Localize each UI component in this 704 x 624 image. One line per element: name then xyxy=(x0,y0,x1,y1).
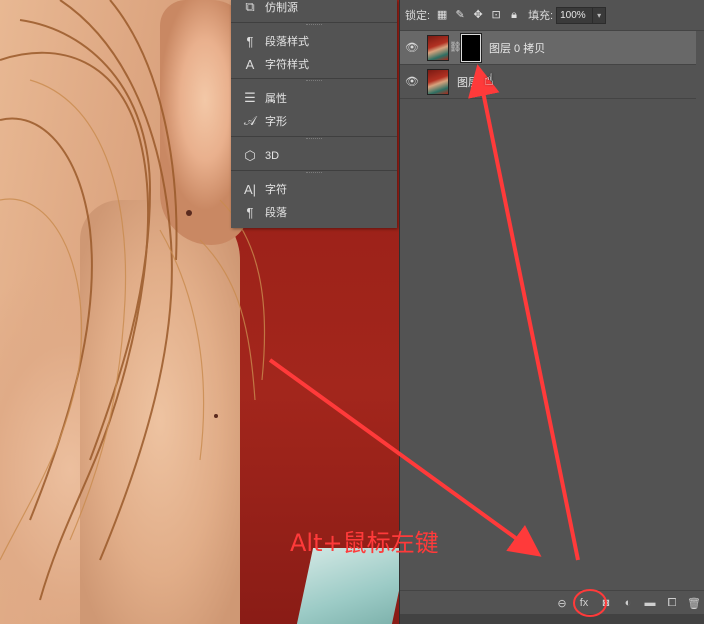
fill-input[interactable]: 100% xyxy=(556,6,594,24)
adjustment-layer-icon[interactable]: ◐ xyxy=(617,597,639,609)
menu-item-label: 字符样式 xyxy=(265,59,309,71)
layer-mask-thumbnail[interactable] xyxy=(460,32,482,63)
paragraph-styles-icon: ¶ xyxy=(246,33,254,49)
layer-style-fx-button[interactable]: fx xyxy=(573,597,595,609)
menu-item-label: 仿制源 xyxy=(265,2,298,14)
divider xyxy=(231,78,397,79)
lock-position-icon[interactable]: ✥ xyxy=(472,9,484,21)
layer-name[interactable]: 图层 0 拷贝 xyxy=(489,40,545,56)
trash-icon[interactable]: 🗑︎ xyxy=(683,597,704,610)
add-layer-mask-icon[interactable]: ◙ xyxy=(595,597,617,609)
menu-item-properties[interactable]: ☰ 属性 xyxy=(231,87,397,109)
folder-icon[interactable]: ▬ xyxy=(639,597,661,609)
cube-3d-icon: ⬡ xyxy=(244,148,256,163)
chevron-down-icon[interactable]: ▾ xyxy=(593,6,607,24)
fill-label: 填充: xyxy=(528,10,554,22)
menu-item-character-styles[interactable]: A 字符样式 xyxy=(231,53,397,75)
menu-item-paragraph-styles[interactable]: ¶ 段落样式 xyxy=(231,30,397,52)
menu-item-label: 字符 xyxy=(265,184,287,196)
chain-link-icon[interactable]: ⛓︎ xyxy=(449,42,462,53)
clone-source-icon: ⧉ xyxy=(245,0,255,14)
character-icon: A| xyxy=(243,181,257,197)
panel-menu: ⧉ 仿制源 ¶ 段落样式 A 字符样式 ☰ 属性 𝒜 字形 ⬡ 3D A| 字符… xyxy=(231,0,397,228)
new-layer-icon[interactable]: ⧠ xyxy=(661,597,683,610)
lock-transparent-pixels-icon[interactable]: ▦ xyxy=(436,9,448,21)
layer-row[interactable]: 👁︎ 图层 xyxy=(400,65,696,99)
annotation-label: Alt+鼠标左键 xyxy=(290,529,439,557)
lock-toolbar: 锁定: ▦ ✎ ✥ ⊡ 🔒︎ 填充: 100% ▾ xyxy=(400,0,704,31)
menu-item-clone-source[interactable]: ⧉ 仿制源 xyxy=(231,0,397,18)
divider xyxy=(231,170,397,171)
menu-item-glyphs[interactable]: 𝒜 字形 xyxy=(231,110,397,132)
menu-item-label: 字形 xyxy=(265,116,287,128)
menu-item-character[interactable]: A| 字符 xyxy=(231,178,397,200)
lock-artboard-icon[interactable]: ⊡ xyxy=(490,9,502,21)
divider xyxy=(231,22,397,23)
panel-grip[interactable] xyxy=(306,24,322,27)
menu-item-paragraph[interactable]: ¶ 段落 xyxy=(231,201,397,223)
menu-item-label: 3D xyxy=(265,150,280,162)
eye-icon[interactable]: 👁︎ xyxy=(400,41,424,54)
lock-image-pixels-icon[interactable]: ✎ xyxy=(454,9,466,21)
menu-item-3d[interactable]: ⬡ 3D xyxy=(231,145,397,167)
layers-panel: 锁定: ▦ ✎ ✥ ⊡ 🔒︎ 填充: 100% ▾ 👁︎ ⛓︎ 图层 0 拷贝 … xyxy=(399,0,704,624)
properties-icon: ☰ xyxy=(244,90,256,105)
menu-item-label: 属性 xyxy=(265,93,287,105)
panel-grip[interactable] xyxy=(306,80,322,83)
glyphs-icon: 𝒜 xyxy=(243,113,257,128)
paragraph-icon: ¶ xyxy=(246,204,254,220)
layers-footer-toolbar: ⊖ fx ◙ ◐ ▬ ⧠ 🗑︎ xyxy=(400,590,704,615)
layer-name[interactable]: 图层 xyxy=(457,74,479,90)
panel-grip[interactable] xyxy=(306,172,322,175)
menu-item-label: 段落 xyxy=(265,207,287,219)
panel-grip[interactable] xyxy=(306,138,322,141)
link-layers-icon[interactable]: ⊖ xyxy=(551,597,573,610)
layer-thumbnail[interactable] xyxy=(427,68,449,95)
eye-icon[interactable]: 👁︎ xyxy=(400,75,424,88)
layer-row-selected[interactable]: 👁︎ ⛓︎ 图层 0 拷贝 xyxy=(400,31,696,65)
layer-thumbnail[interactable] xyxy=(427,34,449,61)
hand-cursor-icon: ☝ xyxy=(484,72,494,89)
character-styles-icon: A xyxy=(245,56,255,72)
divider xyxy=(231,136,397,137)
lock-all-icon[interactable]: 🔒︎ xyxy=(508,9,520,21)
panel-tab-strip xyxy=(400,614,704,624)
menu-item-label: 段落样式 xyxy=(265,36,309,48)
lock-label: 锁定: xyxy=(405,10,431,22)
